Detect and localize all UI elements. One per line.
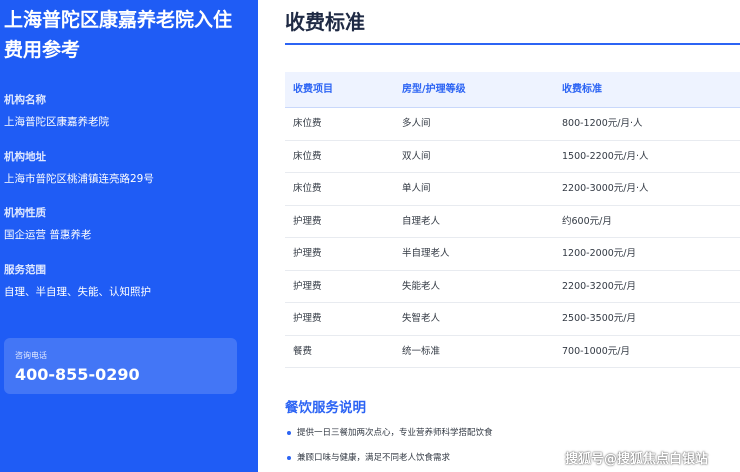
sidebar-title-line2: 费用参考 [4, 39, 81, 61]
info-institution-name: 机构名称 上海普陀区康嘉养老院 [4, 93, 254, 129]
info-service-scope: 服务范围 自理、半自理、失能、认知照护 [4, 263, 254, 299]
table-row: 护理费 自理老人 约600元/月 [285, 206, 740, 238]
cell-room-type: 失能老人 [402, 280, 441, 292]
cell-fee-item: 护理费 [293, 313, 322, 324]
field-label: 服务范围 [4, 264, 46, 276]
cell-room-type: 自理老人 [402, 215, 441, 227]
table-row: 床位费 双人间 1500-2200元/月·人 [285, 141, 740, 173]
header-fee-standard: 收费标准 [562, 84, 602, 95]
main-content: 收费标准 收费项目 房型/护理等级 收费标准 床位费 多人间 800-1200元… [258, 0, 740, 472]
table-row: 餐费 统一标准 700-1000元/月 [285, 336, 740, 368]
sidebar-title: 上海普陀区康嘉养老院入住 费用参考 [4, 5, 254, 65]
cell-fee-item: 护理费 [293, 280, 322, 292]
dining-item-text: 提供一日三餐加两次点心，专业营养师科学搭配饮食 [297, 428, 493, 438]
cell-fee-item: 床位费 [293, 150, 322, 162]
field-value: 上海市普陀区桃浦镇连亮路29号 [4, 173, 154, 185]
sidebar: 上海普陀区康嘉养老院入住 费用参考 机构名称 上海普陀区康嘉养老院 机构地址 上… [0, 0, 258, 472]
contact-card: 咨询电话 400-855-0290 [4, 338, 237, 394]
watermark: 搜狐号@搜狐焦点白银站 [565, 452, 709, 467]
fee-table: 收费项目 房型/护理等级 收费标准 床位费 多人间 800-1200元/月·人 … [285, 72, 740, 368]
contact-phone[interactable]: 400-855-0290 [15, 365, 140, 384]
table-header: 收费项目 房型/护理等级 收费标准 [285, 72, 740, 108]
table-row: 床位费 多人间 800-1200元/月·人 [285, 108, 740, 141]
cell-fee-standard: 2500-3500元/月 [562, 313, 636, 324]
cell-fee-item: 餐费 [293, 345, 313, 357]
header-room-type: 房型/护理等级 [402, 84, 466, 95]
field-value: 自理、半自理、失能、认知照护 [4, 286, 151, 298]
cell-fee-standard: 800-1200元/月·人 [562, 118, 643, 129]
cell-room-type: 单人间 [402, 183, 431, 194]
dining-item-text: 兼顾口味与健康，满足不同老人饮食需求 [297, 453, 451, 463]
cell-fee-standard: 700-1000元/月 [562, 345, 630, 357]
table-row: 床位费 单人间 2200-3000元/月·人 [285, 173, 740, 206]
info-institution-nature: 机构性质 国企运营 普惠养老 [4, 206, 254, 242]
cell-fee-standard: 1500-2200元/月·人 [562, 150, 649, 162]
cell-fee-standard: 约600元/月 [562, 215, 612, 227]
sidebar-title-line1: 上海普陀区康嘉养老院入住 [4, 9, 233, 31]
dining-item: 提供一日三餐加两次点心，专业营养师科学搭配饮食 [285, 427, 493, 439]
header-fee-item: 收费项目 [293, 84, 333, 95]
bullet-dot-icon [287, 430, 291, 435]
bullet-dot-icon [287, 455, 291, 460]
page-title: 收费标准 [285, 10, 365, 34]
info-institution-address: 机构地址 上海市普陀区桃浦镇连亮路29号 [4, 150, 254, 186]
cell-room-type: 多人间 [402, 118, 431, 129]
cell-room-type: 失智老人 [402, 313, 441, 324]
cell-room-type: 半自理老人 [402, 248, 450, 259]
dining-section-title: 餐饮服务说明 [285, 400, 366, 416]
table-row: 护理费 半自理老人 1200-2000元/月 [285, 238, 740, 271]
cell-fee-item: 床位费 [293, 118, 322, 129]
title-divider [285, 43, 740, 45]
field-label: 机构性质 [4, 207, 46, 219]
cell-room-type: 统一标准 [402, 345, 441, 357]
cell-fee-standard: 2200-3200元/月 [562, 280, 636, 292]
cell-room-type: 双人间 [402, 150, 431, 162]
cell-fee-standard: 1200-2000元/月 [562, 248, 636, 259]
field-label: 机构地址 [4, 151, 46, 163]
table-row: 护理费 失智老人 2500-3500元/月 [285, 303, 740, 336]
cell-fee-item: 床位费 [293, 183, 322, 194]
cell-fee-standard: 2200-3000元/月·人 [562, 183, 649, 194]
field-value: 上海普陀区康嘉养老院 [4, 116, 109, 128]
field-label: 机构名称 [4, 94, 46, 106]
cell-fee-item: 护理费 [293, 215, 322, 227]
cell-fee-item: 护理费 [293, 248, 322, 259]
contact-label: 咨询电话 [15, 351, 47, 360]
table-row: 护理费 失能老人 2200-3200元/月 [285, 271, 740, 303]
field-value: 国企运营 普惠养老 [4, 229, 92, 241]
dining-item: 兼顾口味与健康，满足不同老人饮食需求 [285, 452, 450, 464]
